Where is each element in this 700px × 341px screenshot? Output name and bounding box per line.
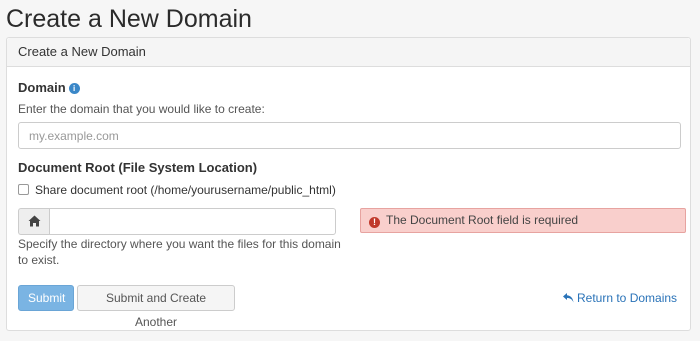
domain-input[interactable]: [18, 122, 681, 149]
docroot-help-text: Specify the directory where you want the…: [18, 237, 341, 267]
share-docroot-label: Share document root (/home/yourusername/…: [35, 183, 336, 197]
docroot-error-alert: ! The Document Root field is required: [360, 208, 686, 233]
docroot-label: Document Root (File System Location): [18, 160, 258, 175]
docroot-input[interactable]: [49, 208, 336, 235]
domain-help-text: Enter the domain that you would like to …: [18, 102, 265, 116]
domain-label: Domain: [18, 80, 66, 95]
home-icon: [28, 215, 41, 227]
return-link-label: Return to Domains: [577, 291, 678, 305]
page-title: Create a New Domain: [6, 5, 252, 33]
panel-heading: Create a New Domain: [7, 38, 690, 67]
share-docroot-checkbox[interactable]: [18, 184, 29, 195]
return-arrow-icon: [563, 293, 574, 303]
home-addon: [18, 208, 50, 235]
share-docroot-option[interactable]: Share document root (/home/yourusername/…: [18, 183, 336, 197]
domain-label-row: Domain i: [18, 80, 80, 95]
info-icon[interactable]: i: [68, 83, 80, 94]
create-domain-panel: Create a New Domain Domain i Enter the do…: [6, 37, 691, 331]
error-icon: !: [369, 217, 380, 228]
return-to-domains-link[interactable]: Return to Domains: [563, 291, 677, 305]
docroot-error-text: The Document Root field is required: [386, 213, 579, 227]
submit-and-create-another-button[interactable]: Submit and Create Another: [77, 285, 235, 329]
submit-button[interactable]: Submit: [18, 285, 74, 311]
